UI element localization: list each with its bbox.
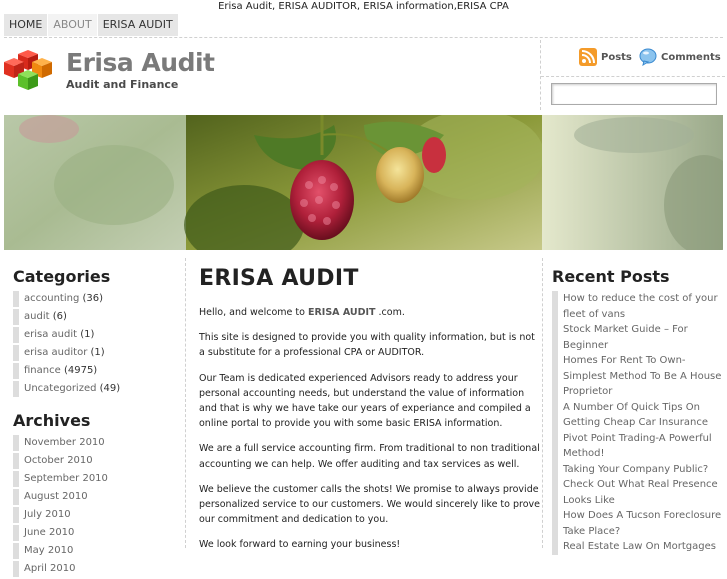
category-item[interactable]: audit (6) [13,309,184,325]
category-label[interactable]: erisa audit [24,329,77,340]
categories-heading: Categories [13,267,111,286]
category-item[interactable]: Uncategorized (49) [13,381,184,397]
category-label[interactable]: finance [24,365,61,376]
comments-feed-label: Comments [661,51,721,63]
categories-list: accounting (36) audit (6) erisa audit (1… [4,291,184,397]
post-paragraph: Hello, and welcome to ERISA AUDIT .com. [199,305,541,320]
nav-item-about[interactable]: ABOUT [48,14,98,36]
recent-post-link[interactable]: How to reduce the cost of your fleet of … [552,291,724,322]
site-title[interactable]: Erisa Audit [66,48,215,77]
category-count: (49) [99,383,121,394]
post-paragraph: We believe the customer calls the shots!… [199,483,540,526]
archives-heading: Archives [13,411,91,430]
category-label[interactable]: erisa auditor [24,347,87,358]
header-divider [4,37,723,38]
category-count: (4975) [63,365,98,376]
raspberry-photo [4,115,723,250]
intro-suffix: .com. [375,307,405,318]
recent-post-link[interactable]: Real Estate Law On Mortgages [552,539,724,555]
site-tagline: Audit and Finance [66,78,179,91]
cubes-logo-icon[interactable] [4,50,56,94]
recent-posts-list: How to reduce the cost of your fleet of … [552,291,724,555]
search-divider [541,76,725,77]
site-description: Erisa Audit, ERISA AUDITOR, ERISA inform… [218,1,509,12]
category-count: (1) [80,329,95,340]
category-item[interactable]: finance (4975) [13,363,184,379]
recent-post-link[interactable]: A Number Of Quick Tips On Getting Cheap … [552,399,724,431]
category-count: (36) [82,293,104,304]
intro-text: Hello, and welcome to [199,307,308,318]
posts-feed-label: Posts [601,51,632,63]
header-banner-image [4,115,723,250]
search-input[interactable] [551,83,717,105]
recent-posts-heading: Recent Posts [552,267,670,286]
archive-item[interactable]: July 2010 [13,507,184,523]
post-paragraph: This site is designed to provide you wit… [199,332,535,359]
post-paragraph: We are a full service accounting firm. F… [199,443,540,470]
archive-item[interactable]: April 2010 [13,561,184,577]
main-nav: HOME ABOUT ERISA AUDIT [4,14,179,36]
main-content: ERISA AUDIT Hello, and welcome to ERISA … [185,258,541,550]
category-count: (6) [52,311,67,322]
category-label[interactable]: accounting [24,293,79,304]
category-item[interactable]: erisa audit (1) [13,327,184,343]
right-sidebar: Recent Posts How to reduce the cost of y… [542,258,724,555]
category-item[interactable]: erisa auditor (1) [13,345,184,361]
feed-and-search-box: Posts Comments [540,40,725,110]
category-item[interactable]: accounting (36) [13,291,184,307]
site-name-bold: ERISA AUDIT [307,307,376,318]
post-paragraph: We look forward to earning your business… [199,539,401,551]
archive-item[interactable]: November 2010 [13,435,184,451]
comments-feed-link[interactable]: Comments [639,48,721,66]
category-label[interactable]: Uncategorized [24,383,96,394]
posts-feed-link[interactable]: Posts [579,48,632,66]
recent-post-link[interactable]: Homes For Rent To Own- Simplest Method T… [552,353,724,400]
archives-list: November 2010 October 2010 September 201… [4,435,184,577]
archive-item[interactable]: September 2010 [13,471,184,487]
recent-post-link[interactable]: Stock Market Guide – For Beginner [552,322,724,353]
nav-item-erisa-audit[interactable]: ERISA AUDIT [97,14,179,36]
left-sidebar: Categories accounting (36) audit (6) eri… [4,258,184,579]
recent-post-link[interactable]: How Does A Tucson Foreclosure Take Place… [552,508,724,539]
archive-item[interactable]: June 2010 [13,525,184,541]
archive-item[interactable]: October 2010 [13,453,184,469]
speech-bubble-icon [639,48,657,66]
post-title[interactable]: ERISA AUDIT [199,266,541,291]
nav-item-home[interactable]: HOME [4,14,49,36]
category-label[interactable]: audit [24,311,50,322]
post-paragraph: Our Team is dedicated experienced Adviso… [199,372,531,430]
recent-post-link[interactable]: Taking Your Company Public? Check Out Wh… [552,461,724,508]
archive-item[interactable]: August 2010 [13,489,184,505]
rss-icon [579,48,597,66]
archive-item[interactable]: May 2010 [13,543,184,559]
category-count: (1) [90,347,105,358]
recent-post-link[interactable]: Pivot Point Trading-A Powerful Method! [552,430,724,462]
